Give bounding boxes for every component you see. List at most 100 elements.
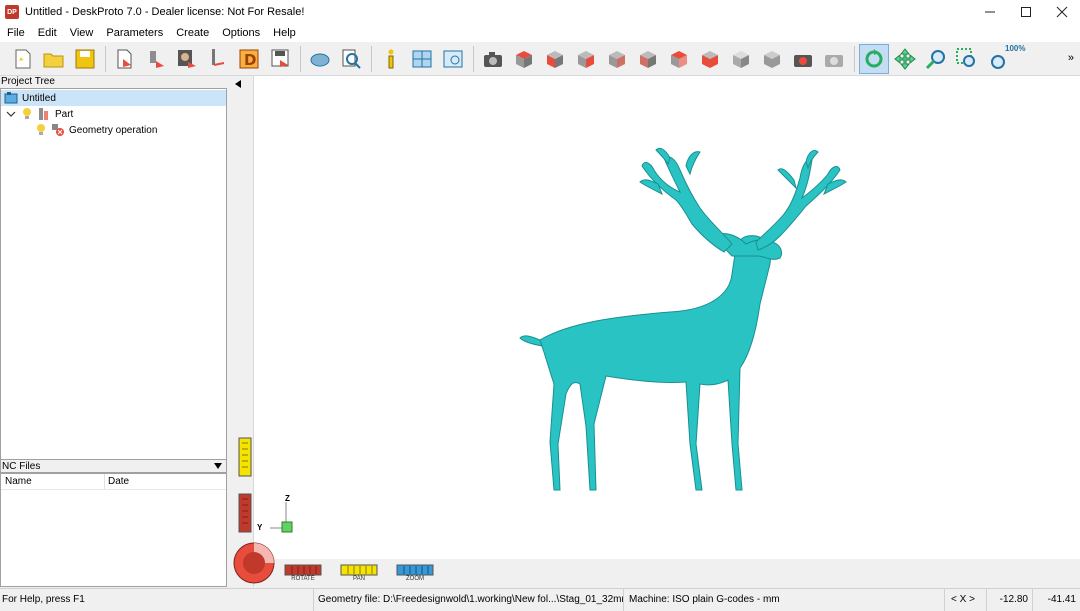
- pan-control-icon[interactable]: [340, 564, 378, 576]
- view-grey2-button[interactable]: [757, 44, 787, 74]
- tree-item-geometry[interactable]: Geometry operation: [1, 122, 157, 138]
- status-coord-2: -41.41: [1047, 593, 1076, 605]
- view-back-button[interactable]: [602, 44, 632, 74]
- inspect-button[interactable]: [336, 44, 366, 74]
- view-front-button[interactable]: [540, 44, 570, 74]
- cube-back-icon: [609, 50, 625, 68]
- tree-item-root[interactable]: Untitled: [1, 90, 226, 106]
- zoom-window-icon: [956, 47, 975, 67]
- new-project-button[interactable]: [8, 44, 38, 74]
- collapse-arrow-icon[interactable]: [233, 79, 243, 89]
- menu-help[interactable]: Help: [266, 27, 302, 39]
- save-project-button[interactable]: [70, 44, 100, 74]
- left-panel: Project Tree Untitled Part Geometry oper…: [0, 76, 228, 587]
- status-axis-toggle[interactable]: < X >: [945, 588, 987, 611]
- pan-control-label: PAN: [353, 576, 365, 582]
- info-button[interactable]: [376, 44, 406, 74]
- cube-top-icon: [671, 50, 687, 68]
- zoom-mode-button[interactable]: [921, 44, 951, 74]
- snapshot-button[interactable]: [478, 44, 508, 74]
- save-nc-button[interactable]: [265, 44, 295, 74]
- stag-model[interactable]: [510, 144, 1070, 504]
- bitmap-import-icon: [178, 49, 196, 68]
- rotate-arrows-icon: [865, 48, 883, 67]
- menu-bar: File Edit View Parameters Create Options…: [0, 24, 1080, 42]
- toolbar-separator: [300, 45, 301, 72]
- render-options-button[interactable]: [819, 44, 849, 74]
- maximize-icon: [1021, 7, 1031, 17]
- view-left-button[interactable]: [633, 44, 663, 74]
- geometry-operation-icon: [52, 124, 64, 136]
- tree-part-label: Part: [55, 108, 74, 120]
- menu-file[interactable]: File: [0, 27, 31, 39]
- status-coord-1: -12.80: [987, 588, 1033, 611]
- dropdown-arrow-icon[interactable]: [214, 463, 222, 469]
- 3d-viewport[interactable]: Z Y ROTATE PAN ZOOM: [230, 76, 1080, 587]
- close-icon: [1056, 6, 1068, 18]
- view-top-button[interactable]: [664, 44, 694, 74]
- machine-preview-button[interactable]: [305, 44, 335, 74]
- save-icon: [75, 49, 95, 68]
- render-button[interactable]: [788, 44, 818, 74]
- info-icon: [388, 49, 394, 68]
- menu-view[interactable]: View: [63, 27, 100, 39]
- axis-indicator: [270, 502, 293, 533]
- camera-grey-icon: [825, 54, 843, 67]
- toolbar-separator: [105, 45, 106, 72]
- axis-y-label: Y: [257, 523, 263, 532]
- lightbulb-icon[interactable]: [36, 123, 46, 137]
- preview-window-icon: [443, 50, 463, 67]
- import-geometry-button[interactable]: [110, 44, 140, 74]
- nc-files-header[interactable]: NC Files: [0, 459, 227, 473]
- chevron-down-icon[interactable]: [6, 109, 16, 119]
- layout-button[interactable]: [407, 44, 437, 74]
- close-button[interactable]: [1044, 0, 1080, 24]
- status-geometry-file: Geometry file: D:\Freedesignwold\1.worki…: [314, 588, 624, 611]
- preview-window-button[interactable]: [438, 44, 468, 74]
- window-layout-icon: [412, 50, 432, 67]
- toolbar-overflow-button[interactable]: »: [1068, 52, 1074, 64]
- toolpath-button[interactable]: [203, 44, 233, 74]
- cube-shaded-icon: [764, 50, 780, 68]
- view-right-button[interactable]: [571, 44, 601, 74]
- rotate-slider-icon[interactable]: [238, 493, 252, 533]
- view-grey1-button[interactable]: [726, 44, 756, 74]
- window-title: Untitled - DeskProto 7.0 - Dealer licens…: [25, 6, 305, 18]
- minimize-icon: [985, 11, 995, 13]
- rotate-dial-icon[interactable]: [232, 541, 276, 585]
- column-date[interactable]: Date: [105, 474, 129, 489]
- menu-options[interactable]: Options: [215, 27, 266, 39]
- rotate-control-icon[interactable]: [284, 564, 322, 576]
- zoom-window-button[interactable]: [952, 44, 982, 74]
- nc-files-list[interactable]: Name Date: [0, 473, 227, 587]
- zoom-control-label: ZOOM: [406, 576, 424, 582]
- menu-parameters[interactable]: Parameters: [99, 27, 169, 39]
- import-part-button[interactable]: [141, 44, 171, 74]
- viewport-controls: ROTATE PAN ZOOM: [233, 542, 1080, 587]
- column-name[interactable]: Name: [1, 474, 105, 489]
- cube-right-icon: [578, 50, 594, 68]
- minimize-button[interactable]: [972, 0, 1008, 24]
- status-bar: For Help, press F1 Geometry file: D:\Fre…: [0, 588, 1080, 611]
- lightbulb-icon[interactable]: [22, 107, 32, 121]
- main-toolbar: D »: [0, 42, 1080, 76]
- menu-edit[interactable]: Edit: [31, 27, 63, 39]
- rotate-mode-button[interactable]: [859, 43, 889, 74]
- import-bitmap-button[interactable]: [172, 44, 202, 74]
- deskproto-button[interactable]: D: [234, 44, 264, 74]
- machine-icon: [310, 53, 330, 66]
- status-machine: Machine: ISO plain G-codes - mm: [624, 588, 945, 611]
- zoom-control-icon[interactable]: [396, 564, 434, 576]
- pan-mode-button[interactable]: [890, 44, 920, 74]
- view-iso-button[interactable]: [509, 44, 539, 74]
- menu-create[interactable]: Create: [169, 27, 215, 39]
- pan-slider-icon[interactable]: [238, 437, 252, 477]
- part-import-icon: [150, 50, 164, 68]
- new-file-icon: [15, 49, 31, 68]
- tree-item-part[interactable]: Part: [1, 106, 73, 122]
- maximize-button[interactable]: [1008, 0, 1044, 24]
- app-icon[interactable]: DP: [5, 5, 19, 19]
- open-project-button[interactable]: [39, 44, 69, 74]
- toolpath-icon: [212, 48, 225, 66]
- view-bottom-button[interactable]: [695, 44, 725, 74]
